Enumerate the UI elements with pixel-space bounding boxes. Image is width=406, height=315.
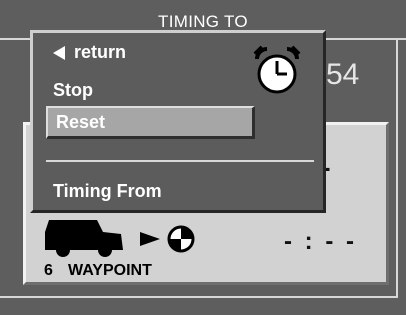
timing-screen: TIMING TO 54 - - - : - - 6 WAYPOINT retu… [0,0,406,315]
header-title-text: TIMING TO [158,12,248,31]
timing-menu: return Stop Reset Timing From [30,30,326,213]
menu-item-return[interactable]: return [53,42,126,63]
menu-divider [46,160,314,162]
waypoint-label: WAYPOINT [68,262,152,279]
back-arrow-icon [53,45,65,60]
waypoint-time-placeholder: - : - - [284,228,357,255]
header-title: TIMING TO [0,12,406,32]
stopwatch-icon [253,45,301,94]
partial-time-value: 54 [326,58,360,91]
vehicle-icon [45,220,123,257]
menu-item-stop[interactable]: Stop [53,80,93,101]
waypoint-flag-icon [167,225,195,253]
bottom-border [0,296,398,298]
waypoint-number: 6 [44,262,53,279]
direction-arrow-icon [140,232,160,246]
menu-item-return-label: return [74,42,127,62]
menu-item-reset-label: Reset [56,112,106,132]
right-border [396,38,398,298]
menu-item-timing-from[interactable]: Timing From [53,181,162,202]
menu-item-reset[interactable]: Reset [46,106,255,139]
